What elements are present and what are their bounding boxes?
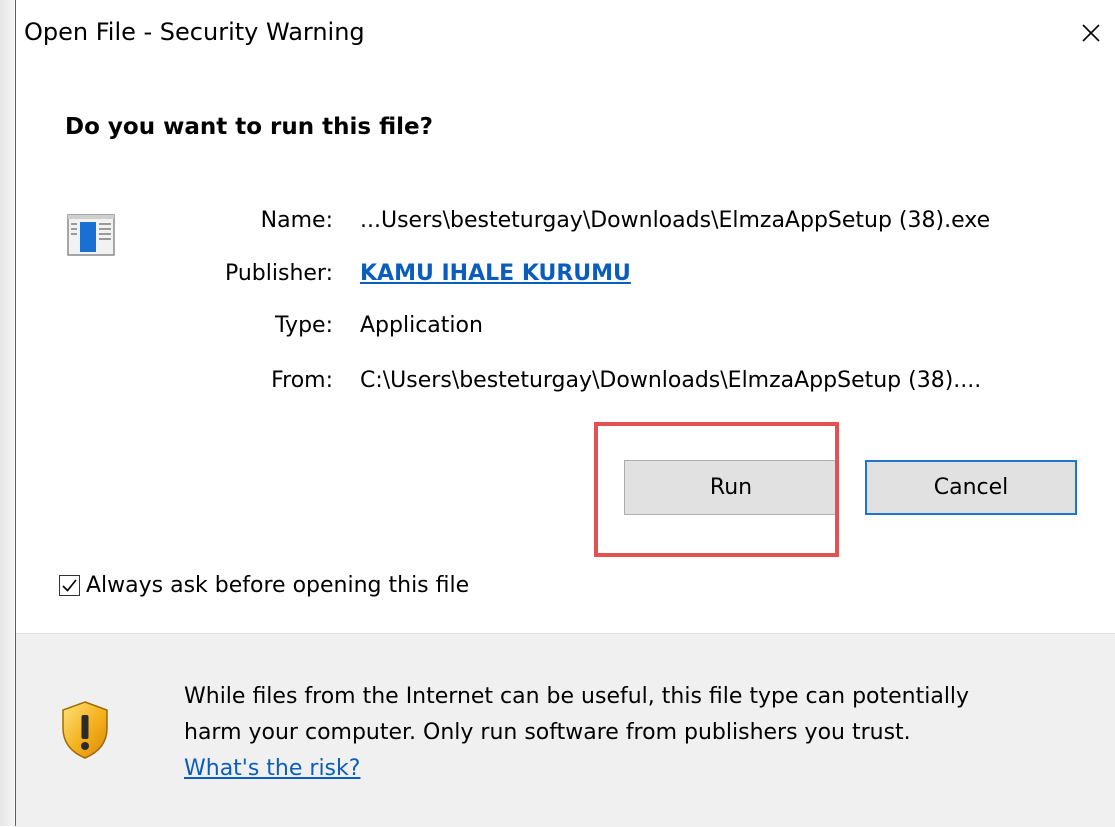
close-button[interactable] <box>1067 6 1115 60</box>
close-icon <box>1082 24 1100 42</box>
publisher-link[interactable]: KAMU IHALE KURUMU <box>360 261 631 286</box>
always-ask-checkbox[interactable] <box>59 575 80 596</box>
type-value: Application <box>360 313 483 338</box>
name-value: ...Users\besteturgay\Downloads\ElmzaAppS… <box>360 208 991 233</box>
security-warning-dialog: Open File - Security Warning Do you want… <box>15 0 1115 827</box>
always-ask-checkbox-row[interactable]: Always ask before opening this file <box>59 573 469 598</box>
warning-footer: While files from the Internet can be use… <box>16 633 1115 827</box>
always-ask-label: Always ask before opening this file <box>86 573 470 598</box>
from-value: C:\Users\besteturgay\Downloads\ElmzaAppS… <box>360 368 982 393</box>
warning-message: While files from the Internet can be use… <box>184 679 1104 787</box>
run-button[interactable]: Run <box>624 460 838 515</box>
name-label: Name: <box>260 208 333 233</box>
warning-line-1: While files from the Internet can be use… <box>184 684 970 709</box>
checkmark-icon <box>62 579 77 592</box>
shield-warning-icon <box>62 701 108 759</box>
background-window-edge <box>0 0 15 826</box>
type-label: Type: <box>275 313 333 338</box>
whats-the-risk-link[interactable]: What's the risk? <box>184 756 360 781</box>
cancel-button[interactable]: Cancel <box>865 460 1077 515</box>
window-title: Open File - Security Warning <box>24 18 365 46</box>
dialog-heading: Do you want to run this file? <box>65 114 433 140</box>
title-bar: Open File - Security Warning <box>16 0 1115 80</box>
from-label: From: <box>271 368 333 393</box>
warning-line-2: harm your computer. Only run software fr… <box>184 720 911 745</box>
publisher-label: Publisher: <box>224 261 333 286</box>
